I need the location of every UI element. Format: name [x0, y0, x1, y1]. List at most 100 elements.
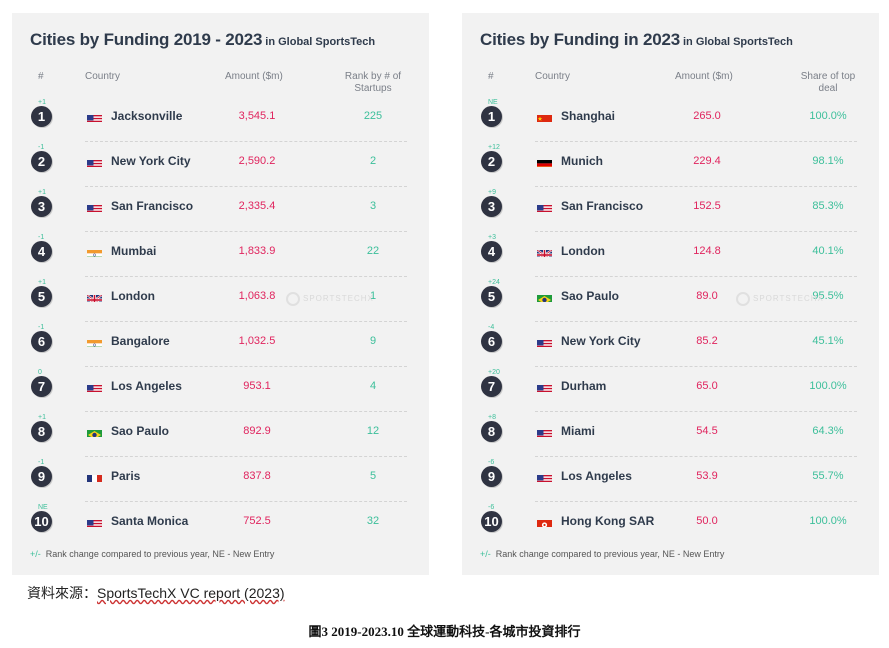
rank-badge: 7 [31, 376, 52, 397]
flag-us-icon [87, 202, 102, 212]
flag-gb-icon [537, 247, 552, 257]
city-name: Santa Monica [111, 514, 189, 528]
city-name: Munich [561, 154, 603, 168]
flag-us-icon [87, 517, 102, 527]
flag-hk-icon [537, 517, 552, 527]
city-name: New York City [111, 154, 191, 168]
rank-badge: 2 [481, 151, 502, 172]
rank-by-startups: 4 [369, 380, 377, 392]
table-row: 0 7 Los Angeles 953.1 4 [12, 367, 429, 412]
table-row: +12 2 Munich 229.4 98.1% [462, 142, 879, 187]
share-of-top-deal: 100.0% [809, 380, 847, 392]
rank-change: +8 [488, 414, 496, 421]
flag-us-icon [537, 382, 552, 392]
flag-br-icon [87, 427, 102, 437]
header-country: Country [535, 71, 571, 82]
share-of-top-deal: 64.3% [812, 425, 844, 437]
rank-badge: 4 [31, 241, 52, 262]
rank-change: -1 [38, 459, 45, 466]
rank-badge: 1 [481, 106, 502, 127]
rank-badge: 4 [481, 241, 502, 262]
funding-amount: 152.5 [693, 200, 721, 212]
header-rank: # [38, 71, 44, 82]
rank-change: -1 [38, 234, 45, 241]
rank-change: +1 [38, 189, 46, 196]
funding-amount: 2,335.4 [238, 200, 276, 212]
table-row: +1 3 San Francisco 2,335.4 3 [12, 187, 429, 232]
header-amount: Amount ($m) [675, 71, 733, 82]
table-row: -6 9 Los Angeles 53.9 55.7% [462, 457, 879, 502]
figure-caption: 圖3 2019-2023.10 全球運動科技-各城市投資排行 [308, 624, 581, 639]
rank-change: +12 [488, 144, 500, 151]
rank-change: -1 [38, 144, 45, 151]
rank-change: +1 [38, 414, 46, 421]
city-name: San Francisco [561, 199, 644, 213]
city-name: San Francisco [111, 199, 194, 213]
sportstechx-watermark: SPORTSTECHX [736, 292, 824, 306]
funding-amount: 3,545.1 [238, 110, 276, 122]
rank-by-startups: 5 [369, 470, 377, 482]
rank-change: +20 [488, 369, 500, 376]
funding-table-2019-2023: Cities by Funding 2019 - 2023 in Global S… [12, 13, 429, 575]
table-row: +9 3 San Francisco 152.5 85.3% [462, 187, 879, 232]
rank-change: -6 [488, 459, 495, 466]
rank-badge: 8 [31, 421, 52, 442]
rank-badge: 3 [481, 196, 502, 217]
funding-amount: 124.8 [693, 245, 721, 257]
funding-amount: 1,032.5 [238, 335, 276, 347]
rank-by-startups: 22 [366, 245, 380, 257]
footnote: +/- Rank change compared to previous yea… [30, 549, 275, 559]
city-name: New York City [561, 334, 641, 348]
table-row: -1 2 New York City 2,590.2 2 [12, 142, 429, 187]
flag-us-icon [87, 112, 102, 122]
rank-change: -6 [488, 504, 495, 511]
funding-amount: 85.2 [696, 335, 718, 347]
funding-amount: 953.1 [243, 380, 271, 392]
rank-change: +24 [488, 279, 500, 286]
city-name: Hong Kong SAR [561, 514, 655, 528]
source-link[interactable]: SportsTechX VC report (2023) [97, 585, 285, 601]
source-citation: 資料來源：SportsTechX VC report (2023) [27, 585, 285, 601]
rank-badge: 2 [31, 151, 52, 172]
panel-title: Cities by Funding in 2023 in Global Sport… [480, 30, 793, 49]
table-row: -6 10 Hong Kong SAR 50.0 100.0% [462, 502, 879, 547]
rank-badge: 10 [31, 511, 52, 532]
rank-badge: 3 [31, 196, 52, 217]
flag-us-icon [537, 337, 552, 347]
city-name: Bangalore [111, 334, 170, 348]
funding-amount: 53.9 [696, 470, 718, 482]
flag-cn-icon [537, 112, 552, 122]
rank-change: NE [38, 504, 48, 511]
funding-amount: 229.4 [693, 155, 721, 167]
rank-change: +3 [488, 234, 496, 241]
flag-us-icon [537, 472, 552, 482]
flag-us-icon [537, 202, 552, 212]
rank-badge: 9 [481, 466, 502, 487]
share-of-top-deal: 55.7% [812, 470, 844, 482]
rank-badge: 6 [31, 331, 52, 352]
rank-change: 0 [38, 369, 42, 376]
rank-by-startups: 12 [366, 425, 380, 437]
table-row: -1 4 Mumbai 1,833.9 22 [12, 232, 429, 277]
rank-badge: 10 [481, 511, 502, 532]
city-name: Los Angeles [111, 379, 182, 393]
rank-change: +9 [488, 189, 496, 196]
city-name: Mumbai [111, 244, 157, 258]
city-name: Los Angeles [561, 469, 632, 483]
sportstechx-watermark: SPORTSTECHX [286, 292, 374, 306]
rank-change: -4 [488, 324, 495, 331]
share-of-top-deal: 100.0% [809, 110, 847, 122]
city-name: Sao Paulo [111, 424, 170, 438]
header-amount: Amount ($m) [225, 71, 283, 82]
funding-amount: 837.8 [243, 470, 271, 482]
flag-in-icon [87, 337, 102, 347]
rank-by-startups: 225 [363, 110, 383, 122]
funding-amount: 265.0 [693, 110, 721, 122]
header-country: Country [85, 71, 121, 82]
flag-in-icon [87, 247, 102, 257]
share-of-top-deal: 98.1% [812, 155, 844, 167]
rank-badge: 8 [481, 421, 502, 442]
city-name: London [111, 289, 155, 303]
rank-change: NE [488, 99, 498, 106]
header-rank-by-startups: Rank by # of Startups [344, 71, 402, 94]
